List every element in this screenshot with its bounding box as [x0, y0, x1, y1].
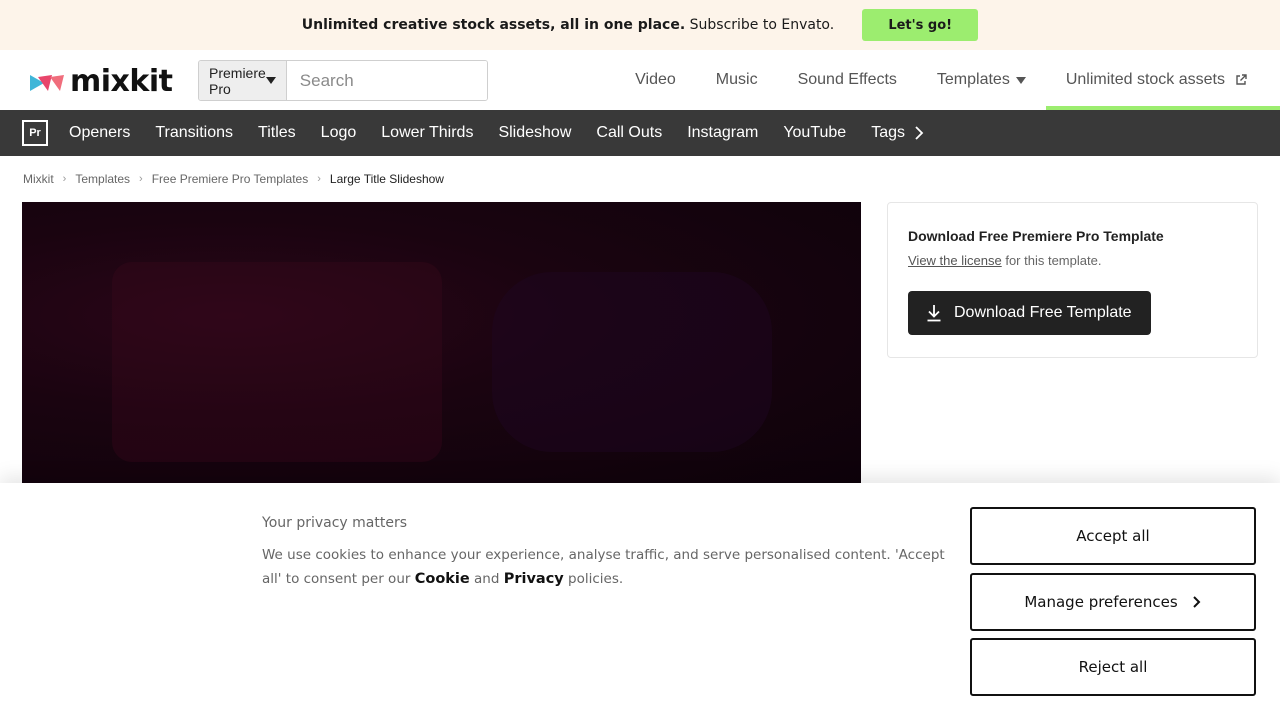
- license-text-rest: for this template.: [1001, 253, 1102, 268]
- breadcrumb: Mixkit › Templates › Free Premiere Pro T…: [23, 172, 444, 186]
- breadcrumb-free-premiere-pro-templates[interactable]: Free Premiere Pro Templates: [152, 172, 309, 186]
- video-preview[interactable]: [22, 202, 861, 487]
- search-category-select[interactable]: Premiere Pro: [199, 61, 287, 100]
- subnav-youtube[interactable]: YouTube: [783, 124, 846, 142]
- download-card: Download Free Premiere Pro Template View…: [887, 202, 1258, 358]
- download-icon: [927, 305, 941, 322]
- subnav-call-outs[interactable]: Call Outs: [596, 124, 662, 142]
- license-text: View the license for this template.: [908, 253, 1237, 268]
- subnav-transitions[interactable]: Transitions: [155, 124, 233, 142]
- privacy-policy-link[interactable]: Privacy: [504, 571, 564, 587]
- chevron-right-icon: [1192, 596, 1201, 608]
- accept-all-label: Accept all: [1076, 527, 1150, 545]
- nav-video[interactable]: Video: [615, 50, 696, 110]
- chevron-right-icon: ›: [62, 173, 67, 185]
- logo-wordmark: mixkit: [70, 64, 173, 99]
- chevron-right-icon: ›: [139, 173, 143, 185]
- manage-preferences-button[interactable]: Manage preferences: [970, 573, 1256, 631]
- nav-templates-label: Templates: [936, 71, 1010, 88]
- accept-all-button[interactable]: Accept all: [970, 507, 1256, 565]
- nav-templates[interactable]: Templates: [917, 50, 1046, 110]
- cookie-body: We use cookies to enhance your experienc…: [262, 543, 952, 591]
- nav-sound-effects-label: Sound Effects: [797, 71, 897, 88]
- nav-unlimited-label: Unlimited stock assets: [1065, 71, 1225, 88]
- subnav-logo[interactable]: Logo: [321, 124, 357, 142]
- reject-all-button[interactable]: Reject all: [970, 638, 1256, 696]
- subnav-openers[interactable]: Openers: [69, 124, 130, 142]
- premiere-pro-icon[interactable]: Pr: [22, 120, 48, 146]
- download-free-template-button[interactable]: Download Free Template: [908, 291, 1151, 335]
- breadcrumb-templates[interactable]: Templates: [75, 172, 130, 186]
- subnav-slideshow[interactable]: Slideshow: [498, 124, 571, 142]
- subnav-tags[interactable]: Tags: [871, 124, 905, 142]
- nav-sound-effects[interactable]: Sound Effects: [778, 50, 917, 110]
- caret-down-icon: [1015, 76, 1026, 84]
- external-link-icon: [1236, 74, 1247, 85]
- main-nav: Video Music Sound Effects Templates Unli…: [615, 50, 1280, 110]
- view-license-link[interactable]: View the license: [908, 253, 1002, 268]
- cookie-title: Your privacy matters: [262, 515, 408, 531]
- promo-text: Unlimited creative stock assets, all in …: [301, 17, 835, 33]
- cookie-policy-link[interactable]: Cookie: [415, 571, 470, 587]
- download-card-title: Download Free Premiere Pro Template: [908, 228, 1164, 244]
- promo-banner: Unlimited creative stock assets, all in …: [0, 0, 1280, 50]
- nav-video-label: Video: [635, 71, 676, 88]
- cookie-banner: Your privacy matters We use cookies to e…: [0, 483, 1280, 720]
- category-nav: Pr Openers Transitions Titles Logo Lower…: [0, 110, 1280, 156]
- search-bar: Premiere Pro: [198, 60, 488, 101]
- nav-unlimited-stock-assets[interactable]: Unlimited stock assets: [1045, 50, 1280, 110]
- lets-go-button[interactable]: Let's go!: [862, 9, 979, 41]
- chevron-right-icon: ›: [317, 173, 321, 185]
- nav-music[interactable]: Music: [696, 50, 778, 110]
- subnav-lower-thirds[interactable]: Lower Thirds: [381, 124, 473, 142]
- video-frame-shape: [112, 262, 442, 462]
- caret-down-icon: [265, 77, 276, 84]
- download-button-label: Download Free Template: [954, 304, 1132, 321]
- video-frame-shape: [492, 272, 772, 452]
- manage-preferences-label: Manage preferences: [1024, 593, 1178, 611]
- chevron-right-icon[interactable]: [913, 125, 925, 141]
- reject-all-label: Reject all: [1078, 658, 1148, 676]
- mixkit-logo[interactable]: mixkit: [30, 64, 173, 99]
- cookie-body-end: policies.: [563, 571, 624, 587]
- cookie-body-and: and: [469, 571, 504, 587]
- site-header: mixkit Premiere Pro Video Music Sound Ef…: [0, 50, 1280, 110]
- subnav-instagram[interactable]: Instagram: [687, 124, 758, 142]
- search-category-label: Premiere Pro: [209, 64, 266, 97]
- nav-music-label: Music: [715, 71, 758, 88]
- mixkit-logo-icon: [30, 74, 64, 91]
- breadcrumb-current: Large Title Slideshow: [329, 172, 444, 186]
- breadcrumb-mixkit[interactable]: Mixkit: [23, 172, 54, 186]
- search-input[interactable]: [286, 61, 487, 100]
- subnav-titles[interactable]: Titles: [258, 124, 296, 142]
